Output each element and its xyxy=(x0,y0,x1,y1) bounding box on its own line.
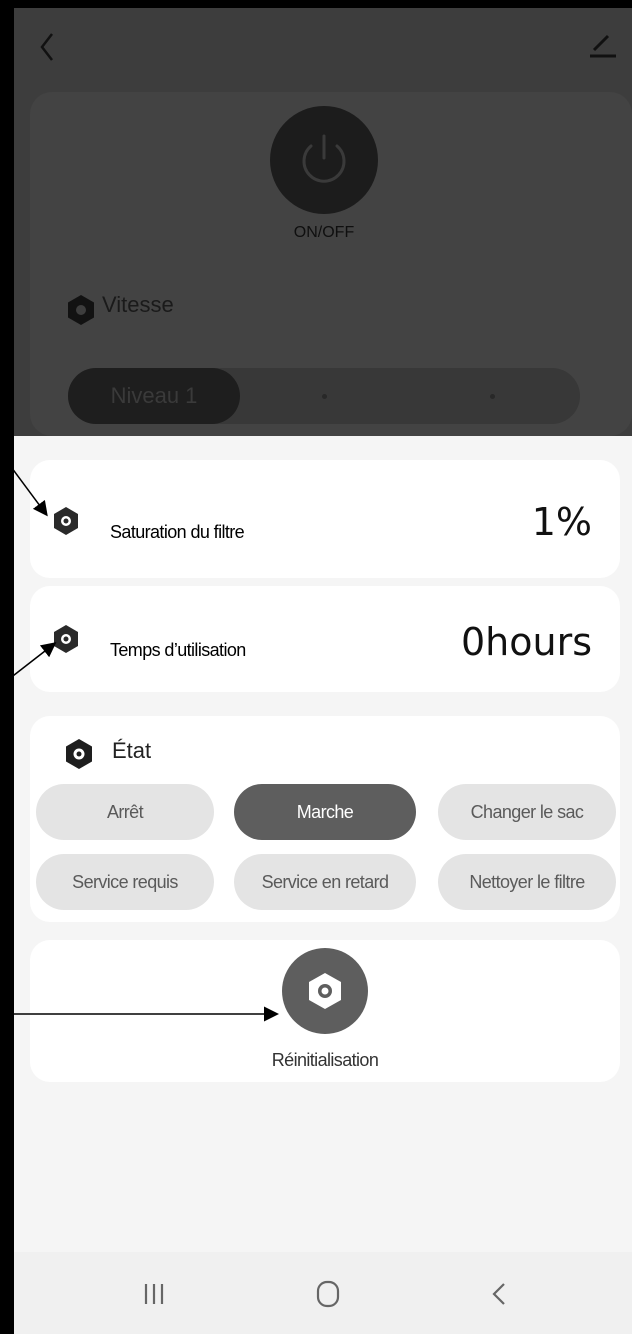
vitesse-label: Vitesse xyxy=(102,292,174,317)
usage-time-label: Temps d’utilisation xyxy=(110,640,246,660)
reset-label: Réinitialisation xyxy=(271,1050,379,1070)
power-icon xyxy=(302,134,346,183)
hexagon-nut-icon xyxy=(54,507,78,535)
back-icon[interactable] xyxy=(480,1274,520,1314)
state-label: État xyxy=(112,738,152,763)
hexagon-nut-icon xyxy=(309,973,341,1009)
pencil-icon xyxy=(590,34,616,58)
filter-saturation-card: Saturation du filtre 1% xyxy=(30,460,620,578)
system-nav-bar xyxy=(14,1252,632,1334)
reset-button[interactable] xyxy=(282,948,368,1034)
state-option-service-retard[interactable]: Service en retard xyxy=(234,854,416,910)
usage-time-card: Temps d’utilisation 0hours xyxy=(30,586,620,692)
speed-slider[interactable]: Niveau 1 xyxy=(68,368,580,424)
speed-slider-thumb[interactable]: Niveau 1 xyxy=(68,368,240,424)
slider-step-dot xyxy=(490,394,495,399)
frame-border-top xyxy=(0,0,632,8)
screen: ON/OFF Vitesse Niveau 1 Saturation du fi… xyxy=(0,0,632,1334)
back-button[interactable] xyxy=(28,30,68,64)
hexagon-nut-icon xyxy=(68,295,94,325)
state-option-arret[interactable]: Arrêt xyxy=(36,784,214,840)
recent-apps-icon[interactable] xyxy=(134,1274,174,1314)
details-sheet: Saturation du filtre 1% Temps d’utilisat… xyxy=(14,436,632,1252)
state-option-service-requis[interactable]: Service requis xyxy=(36,854,214,910)
edit-button[interactable] xyxy=(584,30,620,64)
state-option-changer-sac[interactable]: Changer le sac xyxy=(438,784,616,840)
filter-saturation-value: 1% xyxy=(531,500,592,544)
state-option-nettoyer-filtre[interactable]: Nettoyer le filtre xyxy=(438,854,616,910)
filter-saturation-label: Saturation du filtre xyxy=(110,522,245,542)
hexagon-nut-icon xyxy=(54,625,78,653)
slider-step-dot xyxy=(322,394,327,399)
frame-border-left xyxy=(0,0,14,1334)
power-button[interactable] xyxy=(270,106,378,214)
power-label: ON/OFF xyxy=(293,224,355,241)
usage-time-value: 0hours xyxy=(460,620,592,664)
home-icon[interactable] xyxy=(308,1274,348,1314)
chevron-left-icon xyxy=(40,33,53,61)
state-option-marche[interactable]: Marche xyxy=(234,784,416,840)
hexagon-nut-icon xyxy=(66,739,92,769)
